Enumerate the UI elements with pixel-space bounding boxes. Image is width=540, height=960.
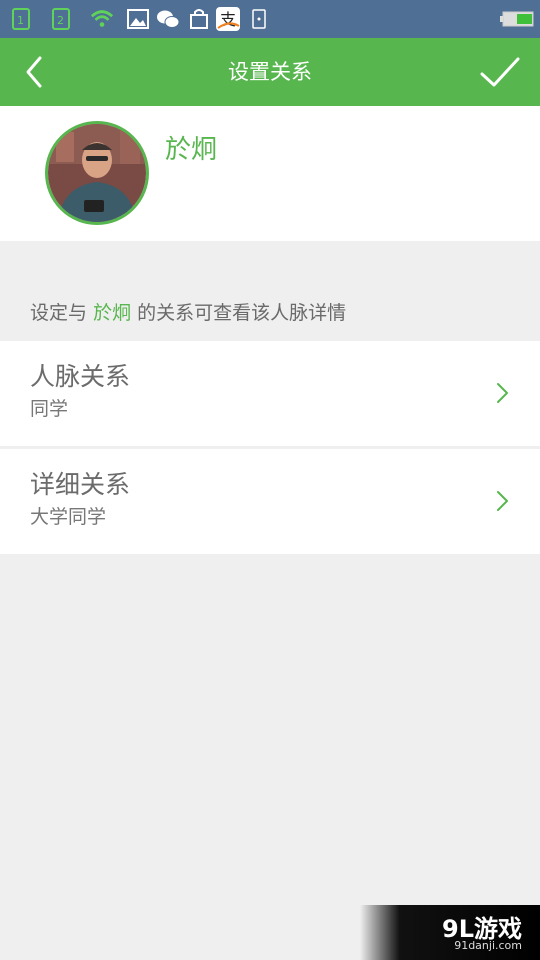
svg-text:1: 1 xyxy=(17,14,24,27)
watermark: 9L游戏 91danji.com xyxy=(360,905,540,960)
avatar[interactable] xyxy=(45,121,149,225)
shopping-bag-icon xyxy=(187,7,211,31)
svg-text:2: 2 xyxy=(57,14,64,27)
status-bar: 1 2 支 xyxy=(0,0,540,38)
checkmark-icon xyxy=(480,57,520,87)
relation-item-network[interactable]: 人脉关系 同学 xyxy=(0,341,540,446)
hint-name: 於炯 xyxy=(93,302,132,324)
sim2-icon: 2 xyxy=(50,7,74,31)
alipay-icon: 支 xyxy=(215,6,241,32)
confirm-button[interactable] xyxy=(478,50,522,94)
phone-icon xyxy=(247,7,271,31)
sim1-icon: 1 xyxy=(10,7,34,31)
relation-item-detail[interactable]: 详细关系 大学同学 xyxy=(0,449,540,554)
watermark-url: 91danji.com xyxy=(454,939,522,952)
person-photo xyxy=(48,124,146,222)
gallery-icon xyxy=(126,7,150,31)
profile-card: 於炯 xyxy=(0,106,540,241)
wifi-icon xyxy=(90,7,114,31)
profile-name: 於炯 xyxy=(165,135,218,165)
battery-icon xyxy=(500,7,534,31)
relation-item-title: 详细关系 xyxy=(30,470,131,499)
relation-item-title: 人脉关系 xyxy=(30,362,131,391)
hint-suffix: 的关系可查看该人脉详情 xyxy=(137,302,347,324)
relation-item-value: 大学同学 xyxy=(30,506,107,528)
hint-prefix: 设定与 xyxy=(30,302,88,324)
wechat-icon xyxy=(156,7,180,31)
relation-item-value: 同学 xyxy=(30,398,69,420)
app-header: 设置关系 xyxy=(0,38,540,106)
chevron-right-icon xyxy=(497,383,508,403)
relation-hint: 设定与 於炯 的关系可查看该人脉详情 xyxy=(30,298,346,325)
chevron-right-icon xyxy=(497,491,508,511)
page-title: 设置关系 xyxy=(228,60,312,84)
